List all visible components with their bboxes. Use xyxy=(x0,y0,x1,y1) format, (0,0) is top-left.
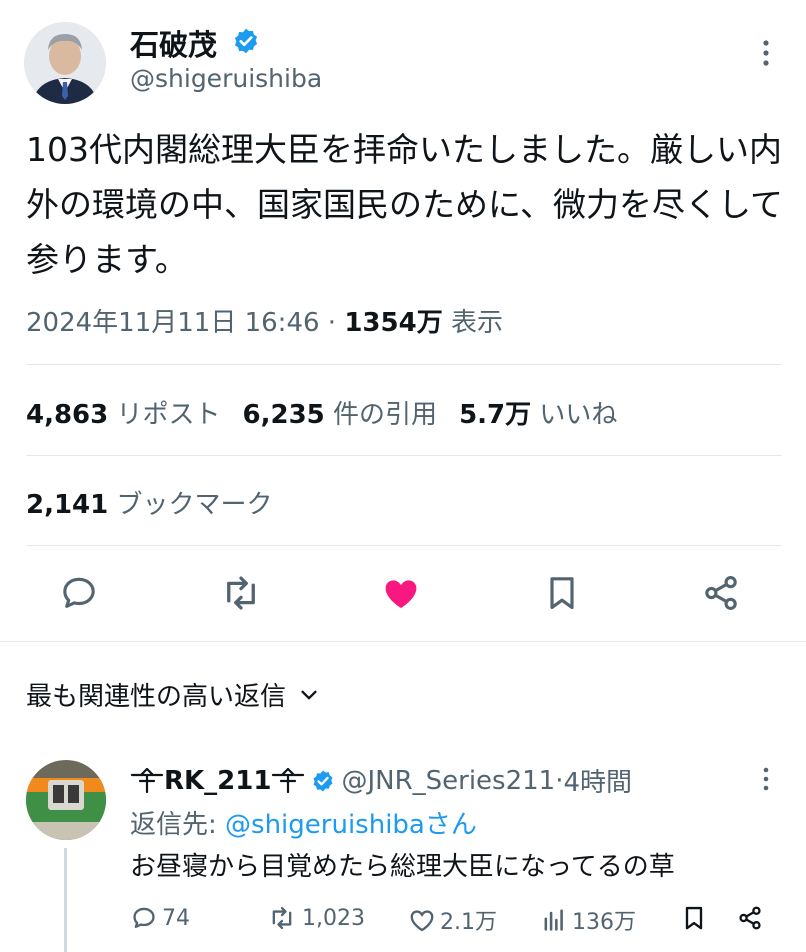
divider xyxy=(26,364,782,365)
reposts-label: リポスト xyxy=(116,400,221,430)
engagement-stats: 4,863 リポスト 6,235 件の引用 5.7万 いいね xyxy=(26,394,617,431)
reply-reply-count: 74 xyxy=(162,905,190,931)
more-options-icon[interactable] xyxy=(754,38,778,68)
divider xyxy=(26,545,782,546)
share-icon[interactable] xyxy=(700,572,742,614)
reply-icon xyxy=(130,904,158,932)
bookmarks-stat[interactable]: 2,141 ブックマーク xyxy=(26,484,273,521)
reply-author-handle[interactable]: @JNR_Series211 xyxy=(341,766,555,796)
tweet-timestamp[interactable]: 2024年11月11日 16:46 xyxy=(26,308,320,338)
quotes-stat[interactable]: 6,235 件の引用 xyxy=(243,400,438,430)
verified-badge-icon xyxy=(232,27,260,55)
reply-like-count: 2.1万 xyxy=(440,910,497,935)
quotes-label: 件の引用 xyxy=(333,400,438,430)
likes-count: 5.7万 xyxy=(459,400,532,430)
bookmark-icon[interactable] xyxy=(680,904,708,932)
views-count: 1354万 xyxy=(344,308,443,338)
reply-views-button[interactable]: 136万 xyxy=(540,904,636,936)
heart-filled-icon[interactable] xyxy=(380,572,422,614)
analytics-icon xyxy=(540,906,568,934)
replies-sort-label: 最も関連性の高い返信 xyxy=(26,682,287,712)
bookmarks-label: ブックマーク xyxy=(116,490,273,520)
author-name[interactable]: 石破茂 xyxy=(130,22,217,64)
reply-like-button[interactable]: 2.1万 xyxy=(408,904,497,936)
replies-sort-dropdown[interactable]: 最も関連性の高い返信 xyxy=(26,676,320,713)
author-handle[interactable]: @shigeruishiba xyxy=(130,64,322,93)
author-avatar[interactable] xyxy=(24,22,106,104)
reply-time[interactable]: 4時間 xyxy=(563,762,632,799)
reply-repost-count: 1,023 xyxy=(302,905,365,931)
replying-to-mention[interactable]: @shigeruishibaさん xyxy=(225,810,477,840)
replying-to-label: 返信先: xyxy=(130,810,226,840)
verified-badge-icon xyxy=(311,769,335,793)
likes-label: いいね xyxy=(539,400,618,430)
reply-name-decoration-icon xyxy=(130,767,164,794)
views-label: 表示 xyxy=(450,308,503,338)
bookmark-icon[interactable] xyxy=(542,572,582,614)
reply-meta-separator: · xyxy=(555,765,564,796)
replying-to: 返信先: @shigeruishibaさん xyxy=(130,804,477,841)
reply-icon[interactable] xyxy=(58,572,100,614)
repost-icon[interactable] xyxy=(218,572,264,614)
reply-repost-button[interactable]: 1,023 xyxy=(266,904,365,932)
chevron-down-icon xyxy=(298,684,320,706)
reply-author-name[interactable]: RK_211 xyxy=(164,766,271,796)
reply-reply-button[interactable]: 74 xyxy=(130,904,190,932)
tweet-meta: 2024年11月11日 16:46 · 1354万 表示 xyxy=(26,302,503,339)
reply-view-count: 136万 xyxy=(572,910,636,935)
reply-name-decoration-icon xyxy=(271,767,305,794)
section-divider xyxy=(0,641,806,642)
reposts-count: 4,863 xyxy=(26,400,109,430)
thread-line xyxy=(64,848,67,952)
bookmarks-count: 2,141 xyxy=(26,490,109,520)
likes-stat[interactable]: 5.7万 いいね xyxy=(459,400,617,430)
repost-icon xyxy=(266,904,298,932)
reply-text: お昼寝から目覚めたら総理大臣になってるの草 xyxy=(130,852,675,882)
quotes-count: 6,235 xyxy=(242,400,325,430)
divider xyxy=(26,455,782,456)
reply-avatar[interactable] xyxy=(26,760,106,840)
heart-icon xyxy=(408,906,436,934)
share-icon[interactable] xyxy=(736,904,764,932)
reply-more-options-icon[interactable] xyxy=(756,766,776,792)
reply-header: RK_211 @JNR_Series211 · 4時間 xyxy=(130,762,632,799)
tweet-text: 103代内閣総理大臣を拝命いたしました。厳しい内外の環境の中、国家国民のために、… xyxy=(26,130,784,279)
meta-separator: · xyxy=(319,308,345,338)
reposts-stat[interactable]: 4,863 リポスト xyxy=(26,400,221,430)
